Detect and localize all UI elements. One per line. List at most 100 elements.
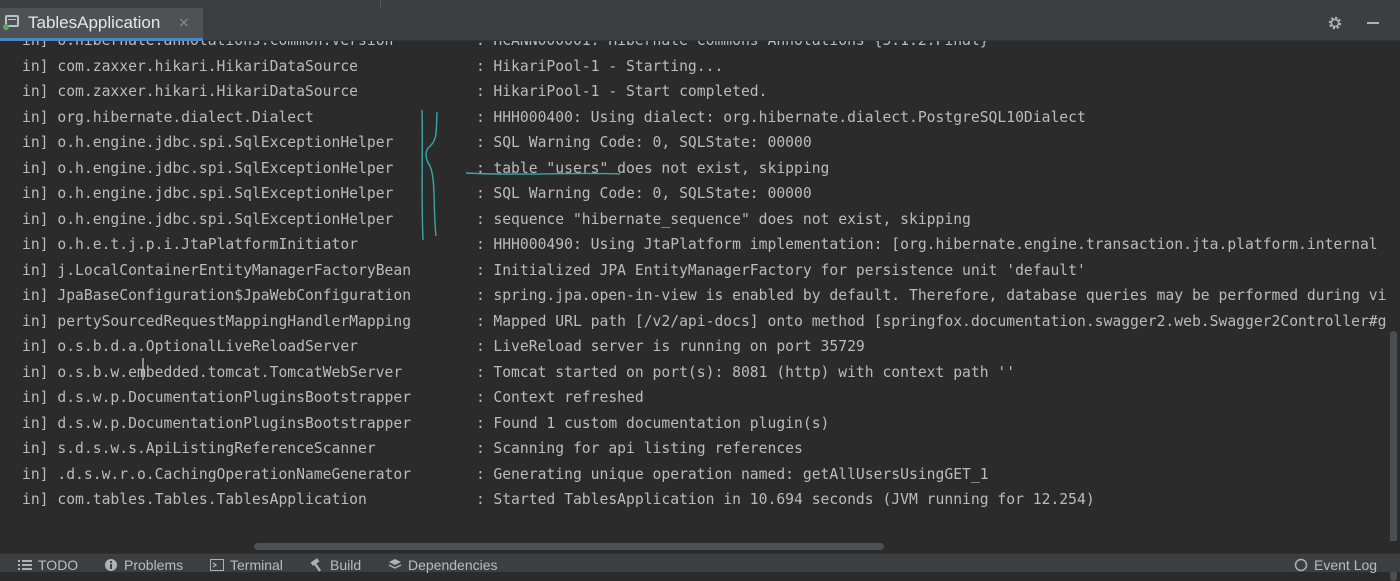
- logger-name: o.h.e.t.j.p.i.JtaPlatformInitiator: [57, 236, 359, 253]
- log-prefix: in]: [22, 389, 49, 406]
- log-prefix: in]: [22, 338, 49, 355]
- terminal-icon: [210, 559, 224, 571]
- log-line: in] o.h.e.t.j.p.i.JtaPlatformInitiator: H…: [22, 232, 1378, 258]
- log-line: in] com.zaxxer.hikari.HikariDataSource: H…: [22, 54, 723, 80]
- logger-name: .d.s.w.r.o.CachingOperationNameGenerator: [57, 465, 412, 483]
- log-line: in] o.h.engine.jdbc.spi.SqlExceptionHelp…: [22, 130, 812, 156]
- separator: :: [475, 491, 485, 508]
- log-message: Mapped URL path [/v2/api-docs] onto meth…: [493, 312, 1387, 330]
- log-message: HHH000490: Using JtaPlatform implementat…: [493, 236, 1378, 253]
- log-message: spring.jpa.open-in-view is enabled by de…: [493, 287, 1387, 304]
- log-message: HHH000400: Using dialect: org.hibernate.…: [493, 108, 1086, 126]
- log-message: HikariPool-1 - Starting...: [493, 57, 724, 75]
- console-output[interactable]: in] o.hibernate.annotations.common.Versi…: [0, 41, 1390, 543]
- logger-name: o.h.engine.jdbc.spi.SqlExceptionHelper: [57, 134, 394, 151]
- log-message: Scanning for api listing references: [493, 440, 803, 457]
- log-line: in] com.zaxxer.hikari.HikariDataSource: H…: [22, 79, 768, 105]
- divider: [380, 0, 381, 8]
- vertical-scrollbar[interactable]: [1387, 41, 1400, 581]
- log-prefix: in]: [22, 41, 49, 49]
- gear-icon[interactable]: [1326, 14, 1344, 32]
- horizontal-scrollbar[interactable]: [0, 541, 1400, 553]
- separator: :: [475, 287, 485, 304]
- log-line: in] o.s.b.d.a.OptionalLiveReloadServer: L…: [22, 334, 865, 360]
- tool-window-header: TablesApplication ×: [0, 8, 1400, 41]
- log-line: in] d.s.w.p.DocumentationPluginsBootstra…: [22, 385, 644, 411]
- log-message: LiveReload server is running on port 357…: [493, 338, 865, 355]
- log-message: table "users" does not exist, skipping: [493, 159, 830, 177]
- logger-name: com.zaxxer.hikari.HikariDataSource: [57, 83, 359, 100]
- hammer-icon: [310, 558, 322, 572]
- log-line: in] .d.s.w.r.o.CachingOperationNameGener…: [22, 462, 989, 488]
- separator: :: [475, 312, 485, 330]
- separator: :: [475, 389, 485, 406]
- top-strip: [0, 0, 1400, 9]
- logger-name: o.h.engine.jdbc.spi.SqlExceptionHelper: [57, 159, 394, 177]
- log-message: Found 1 custom documentation plugin(s): [493, 414, 830, 432]
- log-prefix: in]: [22, 312, 49, 330]
- log-line: in] o.s.b.w.embedded.tomcat.TomcatWebSer…: [22, 360, 1015, 386]
- separator: :: [475, 338, 485, 355]
- logger-name: o.hibernate.annotations.common.Version: [57, 41, 467, 54]
- log-message: HCANN000001: Hibernate Commons Annotatio…: [493, 41, 988, 49]
- logger-name: org.hibernate.dialect.Dialect: [57, 108, 314, 126]
- todo-list-icon: [18, 560, 32, 570]
- log-prefix: in]: [22, 414, 49, 432]
- logger-name: com.zaxxer.hikari.HikariDataSource: [57, 57, 359, 75]
- log-prefix: in]: [22, 465, 49, 483]
- log-line: in] o.h.engine.jdbc.spi.SqlExceptionHelp…: [22, 156, 829, 182]
- log-prefix: in]: [22, 159, 49, 177]
- log-message: SQL Warning Code: 0, SQLState: 00000: [493, 134, 812, 151]
- run-console-icon: [3, 15, 19, 30]
- log-line: in] j.LocalContainerEntityManagerFactory…: [22, 258, 1086, 284]
- log-prefix: in]: [22, 134, 49, 151]
- log-prefix: in]: [22, 236, 49, 253]
- separator: :: [475, 83, 485, 100]
- log-prefix: in]: [22, 491, 49, 508]
- log-prefix: in]: [22, 83, 49, 100]
- layers-icon: [388, 559, 402, 569]
- log-message: Initialized JPA EntityManagerFactory for…: [493, 261, 1086, 279]
- log-line: in] org.hibernate.dialect.Dialect: HHH000…: [22, 105, 1086, 131]
- log-message: Generating unique operation named: getAl…: [493, 465, 989, 483]
- log-prefix: in]: [22, 261, 49, 279]
- logger-name: JpaBaseConfiguration$JpaWebConfiguration: [57, 287, 412, 304]
- log-line: in] o.hibernate.annotations.common.Versi…: [22, 41, 989, 54]
- logger-name: o.h.engine.jdbc.spi.SqlExceptionHelper: [57, 185, 394, 202]
- logger-name: d.s.w.p.DocumentationPluginsBootstrapper: [57, 389, 412, 406]
- close-icon[interactable]: ×: [178, 15, 190, 31]
- log-message: sequence "hibernate_sequence" does not e…: [493, 210, 971, 228]
- minimize-icon[interactable]: [1364, 14, 1382, 32]
- log-line: in] com.tables.Tables.TablesApplication:…: [22, 487, 1095, 513]
- log-message: Started TablesApplication in 10.694 seco…: [493, 491, 1095, 508]
- log-message: SQL Warning Code: 0, SQLState: 00000: [493, 185, 812, 202]
- log-message: Context refreshed: [493, 389, 644, 406]
- logger-name: com.tables.Tables.TablesApplication: [57, 491, 367, 508]
- separator: :: [475, 414, 485, 432]
- log-line: in] o.h.engine.jdbc.spi.SqlExceptionHelp…: [22, 207, 971, 233]
- logger-name: o.s.b.w.embedded.tomcat.TomcatWebServer: [57, 363, 403, 381]
- logger-name: d.s.w.p.DocumentationPluginsBootstrapper: [57, 414, 412, 432]
- separator: :: [475, 108, 485, 126]
- horizontal-scroll-thumb[interactable]: [254, 543, 884, 550]
- log-prefix: in]: [22, 108, 49, 126]
- log-prefix: in]: [22, 210, 49, 228]
- tab-tables-application[interactable]: TablesApplication ×: [0, 8, 203, 41]
- separator: :: [467, 41, 493, 54]
- log-prefix: in]: [22, 440, 49, 457]
- separator: :: [475, 210, 485, 228]
- log-line: in] pertySourcedRequestMappingHandlerMap…: [22, 309, 1386, 335]
- separator: :: [475, 236, 485, 253]
- separator: :: [475, 465, 485, 483]
- log-message: HikariPool-1 - Start completed.: [493, 83, 768, 100]
- logger-name: j.LocalContainerEntityManagerFactoryBean: [57, 261, 412, 279]
- log-prefix: in]: [22, 57, 49, 75]
- log-line: in] o.h.engine.jdbc.spi.SqlExceptionHelp…: [22, 181, 812, 207]
- logger-name: o.s.b.d.a.OptionalLiveReloadServer: [57, 338, 359, 355]
- log-line: in] d.s.w.p.DocumentationPluginsBootstra…: [22, 411, 829, 437]
- bottom-tool-bar: TODO Problems Terminal Build Dependencie…: [0, 553, 1400, 573]
- separator: :: [475, 159, 485, 177]
- separator: :: [475, 261, 485, 279]
- separator: :: [475, 185, 485, 202]
- separator: :: [475, 57, 485, 75]
